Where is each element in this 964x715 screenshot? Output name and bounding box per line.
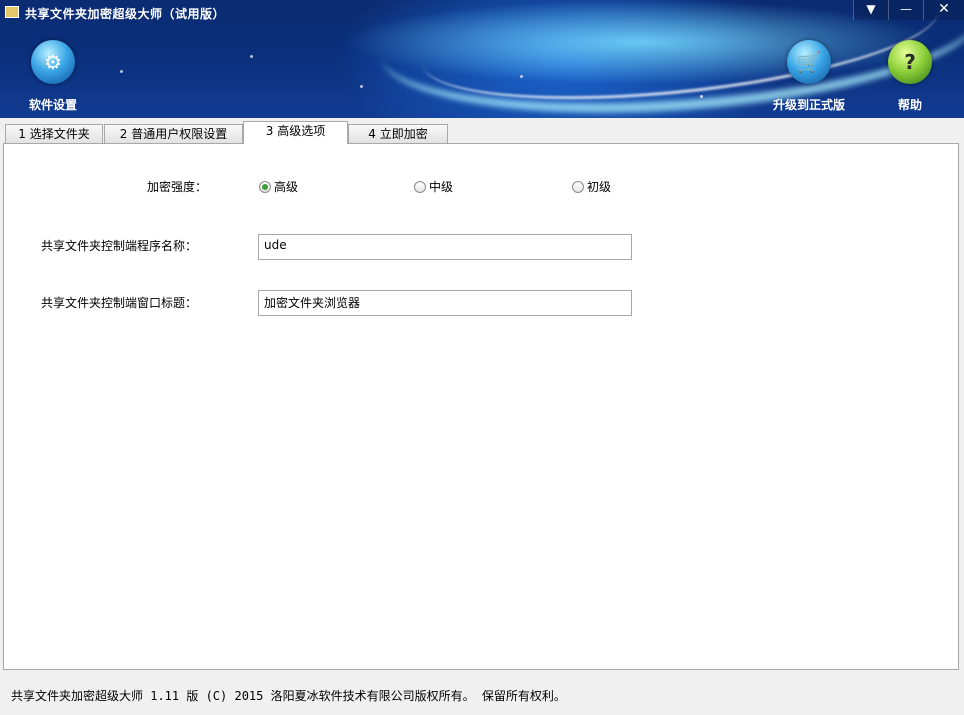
menu-dropdown-button[interactable]: ▼ — [853, 0, 888, 20]
help-icon: ? — [888, 40, 932, 84]
app-icon — [5, 6, 19, 18]
window-controls: ▼ — ✕ — [853, 0, 964, 20]
encryption-strength-label: 加密强度： — [147, 178, 207, 195]
radio-label: 中级 — [429, 178, 453, 195]
copyright-text: 共享文件夹加密超级大师 1.11 版 (C) 2015 洛阳夏冰软件技术有限公司… — [11, 687, 566, 704]
strength-radio-medium[interactable]: 中级 — [414, 178, 453, 195]
radio-label: 高级 — [274, 178, 298, 195]
banner-star — [360, 85, 363, 88]
strength-radio-high[interactable]: 高级 — [259, 178, 298, 195]
header-banner: 共享文件夹加密超级大师（试用版） ▼ — ✕ ⚙ 软件设置 🛒 升级到正式版 ?… — [0, 0, 964, 118]
status-bar: 共享文件夹加密超级大师 1.11 版 (C) 2015 洛阳夏冰软件技术有限公司… — [0, 672, 964, 715]
upgrade-button[interactable]: 🛒 升级到正式版 — [766, 40, 852, 113]
banner-star — [120, 70, 123, 73]
advanced-options-panel: 加密强度： 高级 中级 初级 共享文件夹控制端程序名称： ude 共享文件夹控制… — [3, 143, 959, 670]
window-title-label: 共享文件夹控制端窗口标题： — [41, 294, 197, 311]
tab-advanced-options[interactable]: 3 高级选项 — [243, 121, 348, 144]
banner-star — [700, 95, 703, 98]
window-title-input[interactable]: 加密文件夹浏览器 — [258, 290, 632, 316]
minimize-button[interactable]: — — [888, 0, 923, 20]
program-name-input[interactable]: ude — [258, 234, 632, 260]
tab-select-folder[interactable]: 1 选择文件夹 — [5, 124, 103, 143]
banner-star — [520, 75, 523, 78]
settings-button[interactable]: ⚙ 软件设置 — [22, 40, 84, 113]
upgrade-label: 升级到正式版 — [766, 96, 852, 113]
radio-label: 初级 — [587, 178, 611, 195]
settings-label: 软件设置 — [22, 96, 84, 113]
help-button[interactable]: ? 帮助 — [886, 40, 934, 113]
radio-selected-icon — [259, 181, 271, 193]
cart-icon: 🛒 — [787, 40, 831, 84]
tab-bar: 1 选择文件夹 2 普通用户权限设置 3 高级选项 4 立即加密 — [0, 118, 964, 144]
program-name-label: 共享文件夹控制端程序名称： — [41, 237, 197, 254]
strength-radio-low[interactable]: 初级 — [572, 178, 611, 195]
banner-star — [250, 55, 253, 58]
tab-user-permissions[interactable]: 2 普通用户权限设置 — [104, 124, 243, 143]
help-label: 帮助 — [886, 96, 934, 113]
gear-icon: ⚙ — [31, 40, 75, 84]
radio-unselected-icon — [572, 181, 584, 193]
tab-encrypt-now[interactable]: 4 立即加密 — [348, 124, 448, 143]
window-title: 共享文件夹加密超级大师（试用版） — [25, 5, 225, 22]
radio-unselected-icon — [414, 181, 426, 193]
close-button[interactable]: ✕ — [923, 0, 964, 20]
